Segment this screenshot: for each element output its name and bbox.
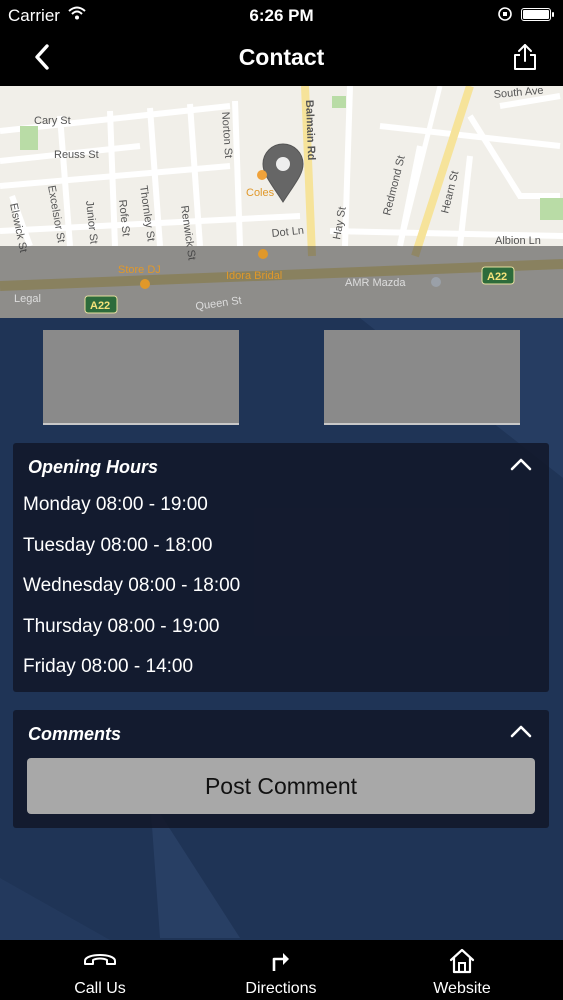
bridal-dot-icon [258, 249, 268, 259]
tab-label-website: Website [433, 980, 491, 997]
map-label-amr-mazda: AMR Mazda [345, 277, 406, 289]
page-title: Contact [238, 44, 325, 70]
chevron-up-icon[interactable] [510, 457, 532, 471]
hours-row-tuesday: Tuesday 08:00 - 18:00 [23, 535, 213, 556]
phone-icon [84, 954, 116, 965]
home-icon [449, 948, 475, 974]
map-label-redmond-st: Redmond St [381, 154, 407, 216]
map-label-queen-st: Queen St [195, 295, 243, 313]
map-label-coles: Coles [246, 187, 275, 199]
svg-text:A22: A22 [487, 271, 507, 283]
shop-dot-icon [140, 279, 150, 289]
tab-directions[interactable]: Directions [211, 940, 351, 1000]
hours-row-thursday: Thursday 08:00 - 19:00 [23, 616, 220, 637]
map-label-junior-st: Junior St [83, 200, 99, 244]
map-label-reuss-st: Reuss St [54, 149, 99, 161]
hours-row-monday: Monday 08:00 - 19:00 [23, 494, 208, 515]
share-icon[interactable] [511, 42, 539, 72]
nav-bar: Contact [0, 30, 563, 86]
tab-call-us[interactable]: Call Us [30, 940, 170, 1000]
opening-hours-panel: Opening Hours Monday 08:00 - 19:00 Tuesd… [13, 443, 549, 692]
post-comment-button[interactable]: Post Comment [27, 758, 535, 814]
comments-panel: Comments Post Comment [13, 710, 549, 828]
tab-website[interactable]: Website [392, 940, 532, 1000]
status-bar: Carrier 6:26 PM [0, 0, 563, 30]
battery-icon [521, 8, 554, 21]
comments-title: Comments [28, 724, 122, 744]
status-time: 6:26 PM [249, 6, 314, 25]
car-dealer-icon [431, 277, 441, 287]
tab-label-call-us: Call Us [74, 980, 126, 997]
store-dot-icon [257, 170, 267, 180]
image-placeholder-right[interactable] [324, 330, 520, 425]
opening-hours-header[interactable]: Opening Hours [13, 443, 549, 489]
map-label-norton-st: Norton St [219, 111, 234, 158]
svg-text:A22: A22 [90, 300, 110, 312]
hours-row-wednesday: Wednesday 08:00 - 18:00 [23, 575, 241, 596]
map-label-cary-st: Cary St [34, 115, 71, 127]
image-placeholder-left[interactable] [43, 330, 239, 425]
map-label-legal: Legal [14, 293, 41, 305]
location-map[interactable]: Cary St Reuss St Thornley St Renwick St … [0, 86, 563, 318]
directions-icon [272, 953, 289, 971]
comments-header[interactable]: Comments [13, 710, 549, 756]
road-badge-a22-right: A22 [481, 266, 515, 285]
map-label-rofe-st: Rofe St [116, 199, 132, 237]
map-label-idora-bridal: Idora Bridal [226, 270, 282, 282]
map-label-balmain-rd: Balmain Rd [303, 100, 317, 161]
tab-label-directions: Directions [245, 980, 317, 997]
map-label-dot-ln: Dot Ln [271, 225, 304, 240]
tab-bar: Call Us Directions Website [0, 940, 563, 1000]
opening-hours-title: Opening Hours [28, 457, 158, 477]
chevron-up-icon[interactable] [510, 724, 532, 738]
hours-row-friday: Friday 08:00 - 14:00 [23, 656, 194, 677]
orientation-lock-icon [498, 7, 512, 21]
road-badge-a22-left: A22 [84, 295, 118, 314]
map-overlay: Store DJ Idora Bridal AMR Mazda Queen St… [0, 246, 563, 318]
map-label-store-dj: Store DJ [118, 264, 161, 276]
